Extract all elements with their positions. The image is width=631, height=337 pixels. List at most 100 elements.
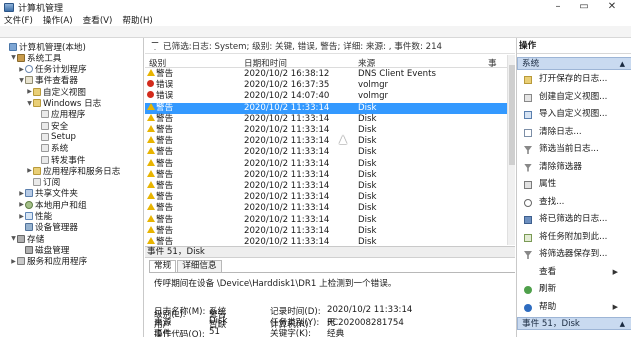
folder-icon [33, 87, 41, 96]
menu-view[interactable]: 查看(V) [83, 14, 113, 26]
menu-action[interactable]: 操作(A) [43, 14, 73, 26]
tree-node[interactable]: 安全 [34, 120, 68, 132]
cell-level: 错误 [156, 80, 174, 91]
action-item[interactable]: 将筛选器保存到... [517, 248, 631, 261]
tree-node[interactable]: ▶ 服务和应用程序 [10, 256, 87, 267]
properties-icon [524, 181, 532, 189]
custom-view-icon [524, 93, 532, 102]
actions-section-system[interactable]: 系统 ▲ [517, 57, 631, 70]
tree-node[interactable]: ▼ 系统工具 [10, 52, 61, 64]
collapse-arrow-icon[interactable]: ▼ [18, 77, 25, 84]
action-item[interactable]: 导入自定义视图... [517, 108, 631, 121]
cell-level: 警告 [156, 169, 174, 180]
maximize-icon[interactable]: ▭ [574, 0, 594, 13]
action-item[interactable]: 创建自定义视图... [517, 91, 631, 104]
tree-node[interactable]: 计算机管理(本地) [2, 41, 86, 53]
tab-general[interactable]: 常规 [149, 260, 177, 272]
table-row[interactable]: 警告 2020/10/2 11:33:14 Disk [145, 225, 507, 237]
table-row[interactable]: 警告 2020/10/2 11:33:14 Disk [145, 147, 507, 158]
table-row[interactable]: 警告 2020/10/2 11:33:14 Disk [145, 102, 507, 114]
column-source[interactable]: 来源 [358, 57, 375, 69]
cell-level: 警告 [156, 181, 174, 191]
table-row[interactable]: 警告 2020/10/2 11:33:14 Disk [145, 136, 507, 147]
tree-node[interactable]: ▼ 事件查看器 [18, 75, 78, 86]
column-datetime[interactable]: 日期和时间 [244, 57, 287, 69]
tab-details[interactable]: 详细信息 [177, 260, 222, 272]
table-row[interactable]: 警告 2020/10/2 11:33:14 Disk [145, 181, 507, 192]
expand-arrow-icon[interactable]: ▶ [26, 88, 33, 95]
collapse-arrow-icon[interactable]: ▼ [10, 54, 17, 61]
tree-node[interactable]: 系统 [34, 143, 68, 154]
table-row[interactable]: 警告 2020/10/2 11:33:14 Disk [145, 214, 507, 226]
action-item[interactable]: 将已筛选的日志... [517, 213, 631, 226]
table-row[interactable]: 警告 2020/10/2 11:33:14 Disk [145, 158, 507, 170]
cell-datetime: 2020/10/2 11:33:14 [244, 203, 330, 214]
close-icon[interactable]: ✕ [602, 0, 622, 13]
action-item-label: 将任务附加到此... [539, 231, 608, 242]
event-list-scrollbar[interactable] [507, 55, 515, 245]
action-item[interactable]: 将任务附加到此... [517, 231, 631, 244]
cell-source: Disk [358, 158, 377, 169]
collapse-arrow-icon[interactable]: ▼ [10, 235, 17, 242]
table-row[interactable]: 错误 2020/10/2 14:07:40 volmgr [145, 91, 507, 102]
actions-pane: 操作 系统 ▲ 打开保存的日志... 创建自定义视图... 导入自定义视图... 清除… [516, 38, 631, 337]
minimize-icon[interactable]: – [548, 0, 568, 13]
tree-node[interactable]: ▶ 应用程序和服务日志 [26, 165, 120, 177]
column-level[interactable]: 级别 [149, 57, 166, 69]
expand-arrow-icon[interactable]: ▶ [26, 167, 33, 174]
expand-arrow-icon[interactable]: ▶ [18, 213, 25, 220]
cell-datetime: 2020/10/2 11:33:14 [244, 225, 330, 236]
warning-icon [147, 158, 155, 166]
tree-node[interactable]: ▶ 任务计划程序 [18, 64, 87, 75]
mouse-cursor [339, 135, 347, 144]
action-item[interactable]: 查看 ▶ [517, 266, 631, 279]
tree-node[interactable]: ▶ 性能 [18, 211, 52, 222]
expand-arrow-icon[interactable]: ▶ [18, 66, 25, 73]
actions-section-event[interactable]: 事件 51，Disk ▲ [517, 317, 631, 330]
table-row[interactable]: 警告 2020/10/2 11:33:14 Disk [145, 113, 507, 125]
column-event[interactable]: 事 [488, 57, 497, 69]
tree-node[interactable]: ▶ 共享文件夹 [18, 188, 78, 199]
tree-node[interactable]: ▼ Windows 日志 [26, 98, 101, 109]
tree-node[interactable]: ▶ 本地用户和组 [18, 199, 87, 211]
tree-node-label: 应用程序 [51, 110, 86, 121]
action-item[interactable]: 属性 [517, 178, 631, 191]
cell-source: volmgr [358, 80, 389, 91]
tree-node[interactable]: Setup [34, 131, 76, 142]
tree-node[interactable]: ▶ 自定义视图 [26, 86, 86, 98]
tree-node[interactable]: 应用程序 [34, 109, 85, 120]
collapse-arrow-icon[interactable]: ▼ [26, 100, 33, 107]
action-item[interactable]: 清除筛选器 [517, 161, 631, 174]
action-item[interactable]: 筛选当前日志... [517, 143, 631, 156]
expand-arrow-icon[interactable]: ▶ [18, 190, 25, 197]
action-item[interactable]: 打开保存的日志... [517, 73, 631, 86]
tree-node[interactable]: 磁盘管理 [18, 244, 69, 256]
action-item[interactable]: 刷新 [517, 283, 631, 296]
cell-source: Disk [358, 147, 377, 158]
actions-section-event-label: 事件 51，Disk [522, 319, 580, 329]
label-opcode: 操作代码(O): [154, 330, 205, 337]
action-item[interactable]: 查找... [517, 196, 631, 209]
cell-datetime: 2020/10/2 11:33:14 [244, 102, 330, 113]
tree-node[interactable]: 转发事件 [34, 154, 85, 166]
expand-arrow-icon[interactable]: ▶ [18, 201, 25, 208]
collapse-icon[interactable]: ▲ [620, 58, 625, 71]
table-row[interactable]: 警告 2020/10/2 16:38:12 DNS Client Events [145, 69, 507, 80]
scrollbar-thumb[interactable] [509, 65, 515, 165]
menu-file[interactable]: 文件(F) [4, 14, 33, 26]
tree-node[interactable]: ▼ 存储 [10, 233, 44, 245]
expand-arrow-icon[interactable]: ▶ [10, 258, 17, 265]
table-row[interactable]: 错误 2020/10/2 16:37:35 volmgr [145, 80, 507, 91]
action-item-label: 清除筛选器 [539, 161, 582, 172]
collapse-icon[interactable]: ▲ [620, 318, 625, 331]
action-item[interactable]: 帮助 ▶ [517, 301, 631, 314]
table-row[interactable]: 警告 2020/10/2 11:33:14 Disk [145, 203, 507, 214]
table-row[interactable]: 警告 2020/10/2 11:33:14 Disk [145, 125, 507, 136]
action-item[interactable]: 清除日志... [517, 126, 631, 139]
table-row[interactable]: 警告 2020/10/2 11:33:14 Disk [145, 169, 507, 181]
tree-node[interactable]: 订阅 [26, 177, 60, 188]
tree-node[interactable]: 设备管理器 [18, 222, 78, 233]
label-computer: 计算机(R): [270, 320, 312, 330]
table-row[interactable]: 警告 2020/10/2 11:33:14 Disk [145, 192, 507, 203]
menu-help[interactable]: 帮助(H) [122, 14, 152, 26]
